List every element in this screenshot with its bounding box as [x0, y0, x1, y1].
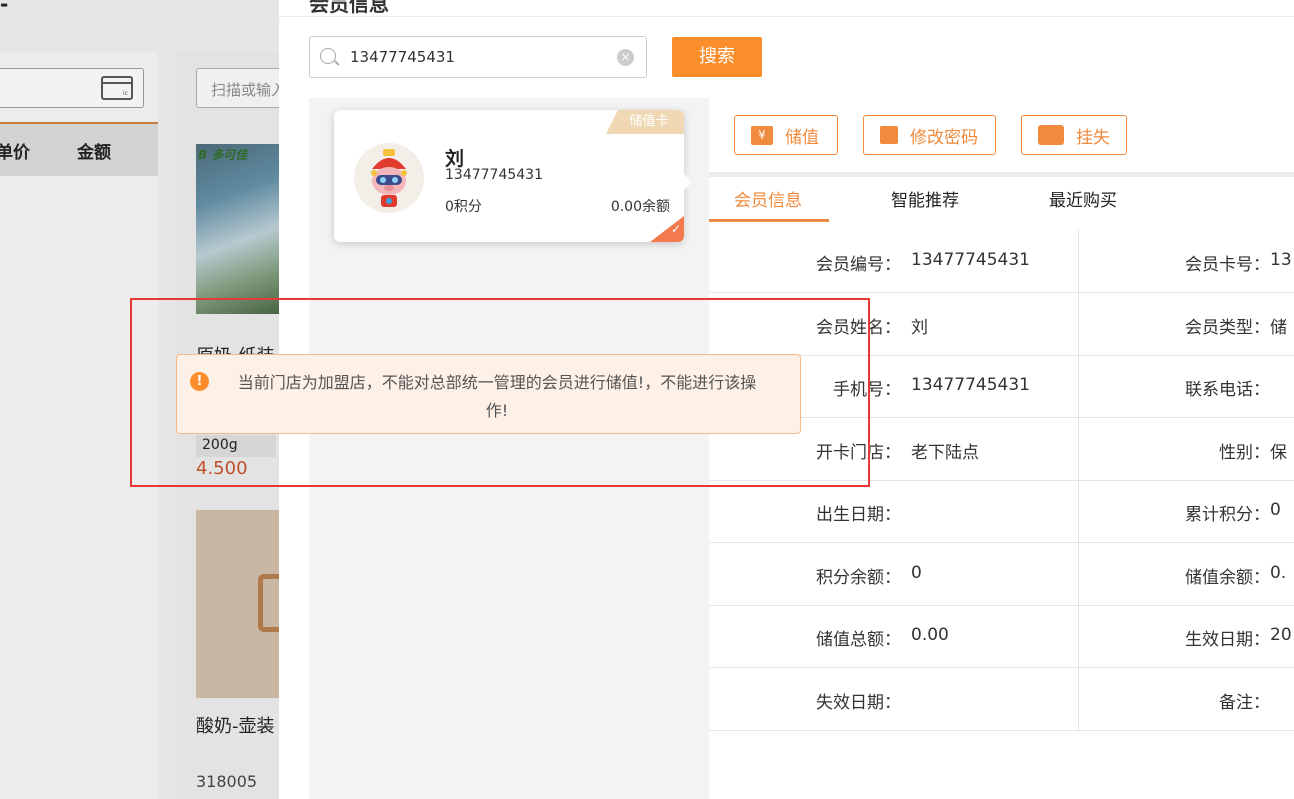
info-value: 0.00 — [911, 625, 949, 645]
lock-icon — [880, 126, 898, 144]
info-row: 出生日期： 累计积分： 0 — [709, 480, 1294, 543]
info-value: 储 — [1270, 317, 1287, 338]
info-label: 失效日期： — [816, 692, 901, 713]
product-image-placeholder[interactable] — [196, 510, 279, 698]
info-value: 刘 — [911, 317, 928, 338]
member-card[interactable]: 储值卡 刘 13477745431 0积分 0.00余额 ✓ — [334, 110, 684, 242]
product-code: 318005 — [196, 772, 258, 791]
info-value: 20 — [1270, 625, 1292, 645]
ic-card-icon[interactable] — [101, 76, 133, 100]
search-button[interactable]: 搜索 — [672, 37, 762, 77]
info-label: 联系电话： — [1185, 380, 1270, 400]
info-label: 积分余额： — [816, 567, 901, 588]
info-label: 会员编号： — [816, 255, 901, 275]
yen-icon: ¥ — [751, 125, 773, 145]
info-value: 老下陆点 — [911, 442, 979, 463]
member-search-input[interactable] — [350, 45, 610, 69]
info-row: 失效日期： 备注： — [709, 668, 1294, 731]
info-value: 0 — [911, 562, 922, 583]
member-phone: 13477745431 — [445, 167, 543, 183]
info-value: 13477745431 — [911, 250, 1030, 270]
tab-member-info[interactable]: 会员信息 — [734, 186, 802, 211]
check-icon: ✓ — [670, 222, 681, 236]
panel-title-bar: 会员信息 — [279, 0, 1294, 17]
card-type-badge: 储值卡 — [606, 110, 684, 134]
product-name: 酸奶-壶装 — [196, 716, 275, 737]
info-row: 储值总额： 0.00 生效日期： 20 — [709, 605, 1294, 668]
search-icon — [320, 48, 336, 64]
annotation-highlight-box — [130, 298, 870, 487]
change-password-button[interactable]: 修改密码 — [863, 115, 996, 155]
change-password-label: 修改密码 — [910, 127, 978, 148]
cart-table-header: 单价 金额 — [0, 124, 158, 176]
member-points: 0积分 — [445, 199, 482, 215]
recharge-label: 储值 — [785, 127, 819, 148]
report-loss-label: 挂失 — [1076, 127, 1110, 148]
card-icon — [1038, 125, 1064, 145]
tab-recent-purchases[interactable]: 最近购买 — [1049, 186, 1117, 211]
info-label: 出生日期： — [816, 505, 901, 525]
info-label: 会员类型： — [1185, 317, 1270, 338]
info-row: 会员编号： 13477745431 会员卡号： 13 — [709, 230, 1294, 293]
tabs-divider — [709, 172, 1294, 177]
info-label: 性别： — [1219, 442, 1270, 463]
image-placeholder-icon — [258, 574, 279, 632]
panel-title: 会员信息 — [309, 0, 389, 16]
product-brand-logo: B 多可佳 — [198, 148, 248, 162]
info-value: 0. — [1270, 562, 1287, 583]
member-search-box[interactable]: × — [309, 36, 647, 78]
info-label: 储值总额： — [816, 630, 901, 650]
info-label: 会员卡号： — [1185, 255, 1270, 275]
scan-input[interactable]: 扫描或输入 — [196, 68, 279, 108]
info-value: 保 — [1270, 442, 1287, 463]
product-image-milk[interactable]: B 多可佳 — [196, 144, 279, 314]
pig-mascot-avatar-icon — [354, 143, 424, 213]
active-tab-underline — [709, 219, 829, 222]
member-balance: 0.00余额 — [610, 199, 670, 215]
report-loss-button[interactable]: 挂失 — [1021, 115, 1127, 155]
info-label: 累计积分： — [1185, 505, 1270, 525]
info-label: 储值余额： — [1185, 567, 1270, 588]
recharge-button[interactable]: ¥ 储值 — [734, 115, 838, 155]
info-value: 0 — [1270, 500, 1281, 520]
tab-smart-recommend[interactable]: 智能推荐 — [891, 186, 959, 211]
unit-price-header: 单价 — [0, 143, 30, 163]
card-pointer-arrow — [682, 172, 692, 192]
info-row: 积分余额： 0 储值余额： 0. — [709, 543, 1294, 606]
info-value: 13477745431 — [911, 375, 1030, 395]
info-label: 生效日期： — [1185, 630, 1270, 650]
clear-icon[interactable]: × — [617, 49, 634, 66]
pos-header-glyph: - — [0, 0, 9, 16]
info-label: 备注： — [1219, 692, 1270, 713]
card-reader-input[interactable] — [0, 68, 144, 108]
info-value: 13 — [1270, 250, 1292, 270]
amount-header: 金额 — [77, 143, 111, 163]
avatar — [354, 143, 424, 213]
pos-header: - — [0, 0, 279, 34]
